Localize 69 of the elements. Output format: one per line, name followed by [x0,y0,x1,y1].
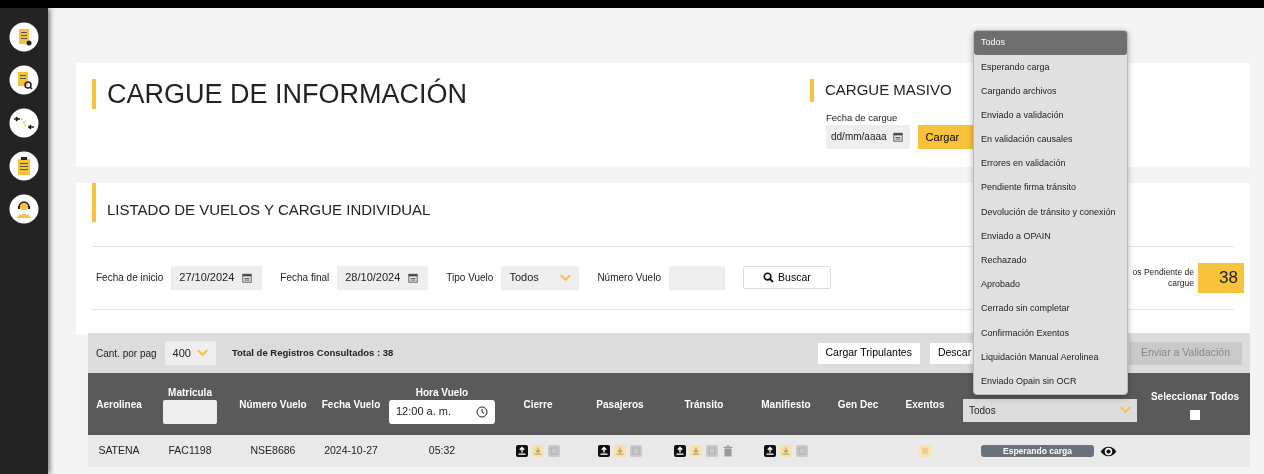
dropdown-option[interactable]: Cerrado sin completar [974,297,1127,322]
chevron-down-icon [196,349,208,357]
page-title: CARGUE DE INFORMACIÓN [92,79,810,109]
date-field[interactable]: dd/mm/aaaa [826,124,910,149]
chevron-down-icon [560,273,572,282]
field-label: Fecha de cargue [826,111,898,123]
field-label: Número Vuelo [597,271,661,285]
dropdown-option[interactable]: Esperando carga [974,55,1127,80]
select-field[interactable]: Todos [963,398,1137,422]
date-field[interactable]: 28/10/2024 [337,265,429,290]
dropdown-option[interactable]: Rechazado [974,248,1127,273]
column-header: Tránsito [683,397,725,412]
select-field[interactable]: Todos [501,265,580,290]
document-icon[interactable] [9,22,39,52]
field-label: Tipo Vuelo [446,271,494,285]
column-header: Hora Vuelo [414,385,470,400]
column-header: Pasajeros [595,397,645,412]
dropdown-option[interactable]: Confirmación Exentos [974,321,1127,346]
pending-count: 38 [1198,262,1244,293]
table-cell: 2024-10-27 [324,444,378,457]
document-search-icon[interactable] [9,65,39,95]
dropdown-option[interactable]: Enviado Opain sin OCR [974,369,1127,394]
calendar-icon [408,272,419,283]
column-header: Exentos [904,397,946,412]
headset-user-icon[interactable] [9,194,39,224]
column-header: Aerolinea [95,397,143,412]
field-label: Fecha de inicio [96,271,164,285]
time-field[interactable]: 12:00 a. m. [389,399,495,424]
table-cell: SATENA [98,444,140,457]
table-cell: FAC1198 [168,444,212,457]
pending-label: os Pendiente de cargue [1132,267,1194,288]
dropdown-option[interactable]: Pendiente firma tránsito [974,176,1127,201]
field-label: Fecha final [280,271,330,285]
upload-icon[interactable] [674,445,686,458]
dropdown-option[interactable]: Enviado a OPAIN [974,224,1127,249]
search-icon [763,272,775,283]
column-header: Número Vuelo [238,397,308,412]
column-header: Seleccionar Todos [1149,389,1241,404]
dropdown-option[interactable]: Liquidación Manual Aerolinea [974,345,1127,370]
airplane-route-icon[interactable] [9,108,39,138]
clock-icon [476,405,488,418]
records-total: Total de Registros Consultados : 38 [231,345,394,360]
column-header: Gen Dec [836,397,880,412]
dropdown-option[interactable]: Aprobado [974,272,1127,298]
field-label: Cant. por pag [96,346,157,361]
calendar-icon [892,131,903,142]
column-header: Fecha Vuelo [320,397,382,412]
dropdown-option[interactable]: Errores en validación [974,151,1127,177]
upload-icon[interactable] [764,445,776,458]
upload-icon[interactable] [516,445,528,458]
status-label: Esperando carga [981,444,1094,457]
upload-icon[interactable] [598,445,610,458]
table-cell: 05:32 [428,444,456,457]
checkbox[interactable] [1190,409,1200,420]
search-button[interactable]: Buscar [742,266,831,289]
table-cell: NSE8686 [250,444,296,457]
text-field[interactable] [163,399,217,424]
clipboard-icon[interactable] [9,151,39,181]
column-header: Manifiesto [760,397,812,412]
column-header: Cierre [522,397,554,412]
page-size-select[interactable]: 400 [164,341,216,365]
calendar-icon [242,272,253,283]
action-button[interactable]: Cargar Tripulantes [816,341,921,365]
dropdown-option[interactable]: Todos [974,31,1127,56]
dropdown-option[interactable]: Cargando archivos [974,79,1127,104]
dropdown-option[interactable]: Devolución de tránsito y conexión [974,200,1127,225]
date-field[interactable]: 27/10/2024 [171,265,263,290]
chevron-down-icon [1120,406,1131,414]
column-header: Matrícula [167,385,213,400]
